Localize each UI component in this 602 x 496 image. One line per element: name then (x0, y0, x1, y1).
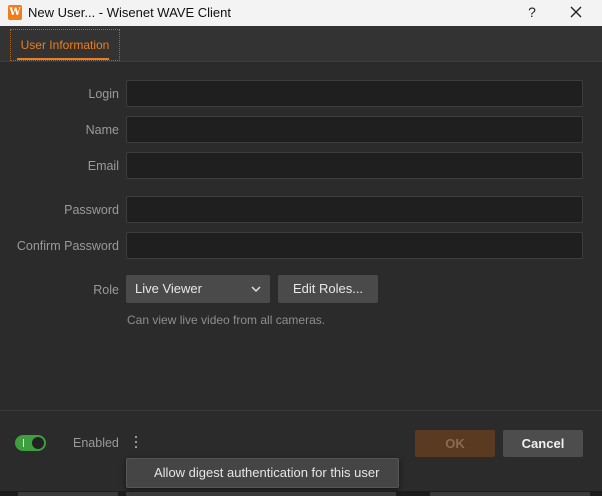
close-icon (570, 6, 582, 18)
email-field[interactable] (126, 152, 583, 179)
confirm-password-label: Confirm Password (16, 239, 119, 253)
toggle-on-mark (23, 439, 24, 447)
active-tab-indicator (17, 58, 109, 60)
window-title: New User... - Wisenet WAVE Client (28, 5, 231, 20)
password-label: Password (64, 203, 119, 217)
app-logo-icon: W (8, 5, 22, 20)
enabled-toggle[interactable] (15, 435, 46, 451)
menu-item-allow-digest-auth[interactable]: Allow digest authentication for this use… (154, 459, 398, 487)
toggle-knob (32, 437, 44, 449)
more-options-icon[interactable] (130, 433, 142, 453)
role-description: Can view live video from all cameras. (127, 313, 326, 327)
cancel-button[interactable]: Cancel (503, 430, 583, 457)
help-button[interactable]: ? (522, 2, 542, 22)
password-field[interactable] (126, 196, 583, 223)
close-button[interactable] (564, 2, 588, 22)
enabled-label: Enabled (73, 436, 119, 450)
chevron-down-icon (251, 286, 261, 293)
confirm-password-field[interactable] (126, 232, 583, 259)
role-label: Role (93, 283, 119, 297)
name-label: Name (85, 123, 119, 137)
role-selected-value: Live Viewer (135, 281, 202, 296)
options-popup-menu: Allow digest authentication for this use… (126, 458, 399, 488)
title-bar: W New User... - Wisenet WAVE Client ? (0, 0, 602, 26)
tab-bar: User Information (0, 26, 602, 62)
login-label: Login (88, 87, 119, 101)
ok-button[interactable]: OK (415, 430, 495, 457)
edit-roles-button[interactable]: Edit Roles... (278, 275, 378, 303)
tab-user-information[interactable]: User Information (10, 29, 120, 61)
email-label: Email (87, 159, 119, 173)
footer-divider (0, 410, 602, 411)
window-bottom-edge (0, 491, 602, 496)
role-dropdown[interactable]: Live Viewer (126, 275, 270, 303)
name-field[interactable] (126, 116, 583, 143)
login-field[interactable] (126, 80, 583, 107)
